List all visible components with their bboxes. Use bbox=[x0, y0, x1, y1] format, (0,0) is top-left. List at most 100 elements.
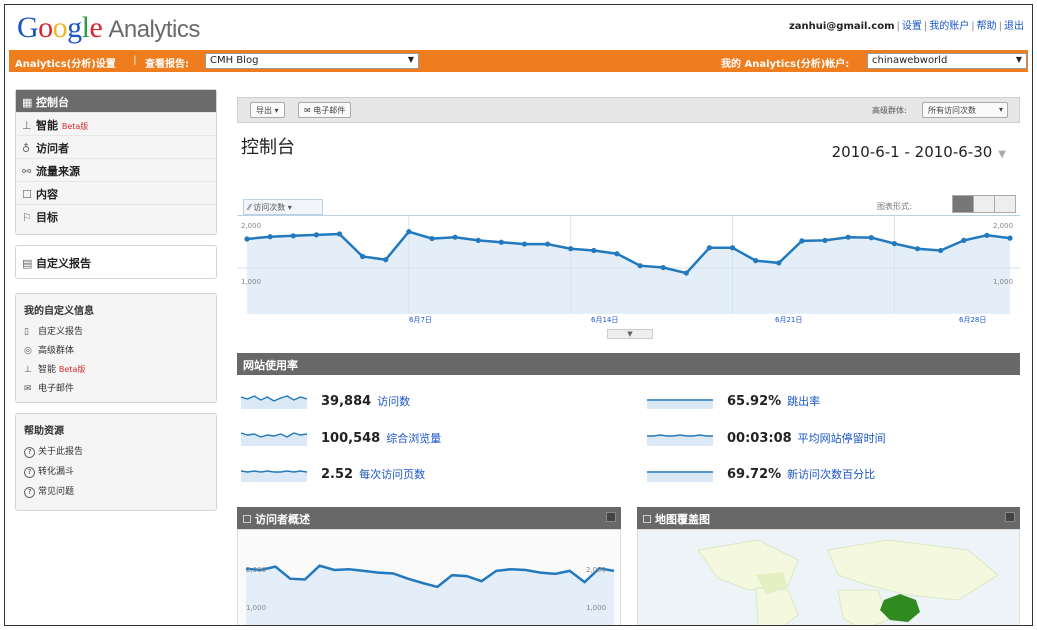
data-point[interactable] bbox=[313, 232, 319, 238]
data-point[interactable] bbox=[637, 263, 643, 269]
sparkline-new-visits bbox=[647, 471, 713, 482]
data-point[interactable] bbox=[452, 234, 458, 240]
visitors-overview-area bbox=[246, 565, 614, 625]
help-item-about-report[interactable]: ? 关于此报告 bbox=[16, 441, 216, 461]
data-point[interactable] bbox=[961, 237, 967, 243]
export-button[interactable]: 导出 ▾ bbox=[250, 102, 285, 118]
data-point[interactable] bbox=[706, 245, 713, 251]
data-point[interactable] bbox=[891, 241, 897, 247]
my-account-link[interactable]: 我的账户 bbox=[929, 21, 969, 32]
google-analytics-logo[interactable]: Google Analytics bbox=[17, 11, 200, 45]
segment-select[interactable]: 所有访问次数 ▾ bbox=[922, 102, 1008, 118]
data-point[interactable] bbox=[753, 258, 759, 264]
world-map[interactable] bbox=[638, 530, 1020, 626]
date-range-picker[interactable]: 2010-6-1 - 2010-6-30 ▼ bbox=[832, 143, 1006, 161]
graph-week-button[interactable] bbox=[973, 195, 995, 213]
data-point[interactable] bbox=[406, 229, 412, 235]
data-point[interactable] bbox=[914, 246, 921, 252]
help-icon: ? bbox=[24, 467, 35, 478]
chevron-down-icon: ▼ bbox=[407, 55, 414, 64]
help-resources-title: 帮助资源 bbox=[24, 426, 64, 437]
account-select[interactable]: chinawebworld ▼ bbox=[867, 53, 1027, 69]
data-point[interactable] bbox=[429, 235, 435, 242]
data-point[interactable] bbox=[244, 236, 250, 242]
report-toolbar: 导出 ▾ ✉ 电子邮件 高级群体: 所有访问次数 ▾ bbox=[237, 97, 1020, 123]
data-point[interactable] bbox=[267, 234, 273, 240]
email-button[interactable]: ✉ 电子邮件 bbox=[298, 102, 352, 118]
graph-month-button[interactable] bbox=[994, 195, 1016, 213]
data-point[interactable] bbox=[475, 237, 481, 243]
custom-item-email[interactable]: ✉ 电子邮件 bbox=[16, 378, 216, 397]
data-point[interactable] bbox=[383, 257, 389, 263]
data-point[interactable] bbox=[868, 235, 874, 241]
data-point[interactable] bbox=[614, 251, 620, 257]
chevron-down-icon: ▾ bbox=[274, 106, 279, 115]
site-usage-header: 网站使用率 bbox=[237, 353, 1020, 375]
data-point[interactable] bbox=[360, 253, 366, 260]
map-overlay-header[interactable]: 地图覆盖图 bbox=[637, 507, 1020, 529]
sparkline-pages-per-visit bbox=[241, 470, 307, 482]
segment-icon: ◎ bbox=[24, 346, 32, 356]
help-link[interactable]: 帮助 bbox=[977, 21, 997, 32]
custom-reports-link[interactable]: ▤ 自定义报告 bbox=[16, 246, 216, 270]
graph-by-tab[interactable]: ⁄⁄ 访问次数 ▾ bbox=[243, 199, 323, 215]
sidebar-item-dashboard[interactable]: ▦ 控制台 bbox=[16, 90, 216, 113]
vo-y-mid-left: 1,000 bbox=[246, 604, 266, 612]
data-point[interactable] bbox=[1007, 235, 1013, 241]
x-label-1: 6月14日 bbox=[591, 316, 618, 324]
sidebar-item-visitors[interactable]: ♁ 访问者 bbox=[16, 136, 216, 159]
help-item-conversion[interactable]: ? 转化漏斗 bbox=[16, 461, 216, 481]
sparkline-area bbox=[647, 435, 713, 446]
graph-day-button[interactable] bbox=[952, 195, 974, 213]
sidebar-nav: ▦ 控制台 ⊥ 智能 Beta版 ♁ 访问者 ⚯ 流量来源 ☐ 内容 ⚐ 目标 bbox=[15, 89, 217, 235]
visitors-overview-chart: 2,000 1,000 2,000 1,000 bbox=[245, 564, 615, 625]
flag-icon: ⚐ bbox=[22, 211, 32, 224]
data-point[interactable] bbox=[938, 247, 944, 254]
custom-item-segments[interactable]: ◎ 高级群体 bbox=[16, 340, 216, 359]
data-point[interactable] bbox=[568, 246, 574, 252]
data-point[interactable] bbox=[521, 241, 528, 247]
profile-select[interactable]: CMH Blog ▼ bbox=[205, 53, 419, 69]
data-point[interactable] bbox=[729, 245, 736, 251]
settings-link[interactable]: 设置 bbox=[902, 21, 922, 32]
help-item-faq[interactable]: ? 常见问题 bbox=[16, 481, 216, 501]
close-icon[interactable] bbox=[606, 512, 616, 522]
custom-reports-panel: ▤ 自定义报告 bbox=[15, 245, 217, 279]
map-overlay-body bbox=[637, 529, 1020, 626]
visits-chart: 2,000 1,000 2,000 1,000 6月7日 6月14日 6月21日… bbox=[237, 215, 1020, 331]
vo-y-top-left: 2,000 bbox=[246, 566, 266, 574]
chevron-down-icon: ▾ bbox=[998, 105, 1003, 114]
chart-collapse-handle[interactable]: ▼ bbox=[607, 329, 653, 339]
data-point[interactable] bbox=[984, 232, 990, 238]
drag-handle-icon[interactable] bbox=[243, 515, 251, 523]
sidebar-item-goals[interactable]: ⚐ 目标 bbox=[16, 205, 216, 228]
data-point[interactable] bbox=[660, 264, 666, 271]
sidebar-item-traffic-sources[interactable]: ⚯ 流量来源 bbox=[16, 159, 216, 182]
data-point[interactable] bbox=[290, 233, 296, 239]
data-point[interactable] bbox=[336, 231, 343, 237]
view-reports-label: 查看报告: bbox=[145, 59, 189, 70]
grid-icon: ▦ bbox=[22, 96, 33, 109]
sidebar-item-intelligence[interactable]: ⊥ 智能 Beta版 bbox=[16, 113, 216, 136]
document-icon: ☐ bbox=[22, 188, 32, 201]
sign-out-link[interactable]: 退出 bbox=[1004, 21, 1024, 32]
data-point[interactable] bbox=[822, 237, 828, 243]
data-point[interactable] bbox=[683, 270, 689, 276]
sidebar-item-content[interactable]: ☐ 内容 bbox=[16, 182, 216, 205]
custom-item-reports[interactable]: ▯ 自定义报告 bbox=[16, 321, 216, 340]
analytics-settings-link[interactable]: Analytics(分析)设置 bbox=[15, 55, 116, 70]
custom-item-intelligence[interactable]: ⊥ 智能 Beta版 bbox=[16, 359, 216, 378]
data-point[interactable] bbox=[799, 238, 805, 244]
data-point[interactable] bbox=[544, 241, 551, 247]
close-icon[interactable] bbox=[1005, 512, 1015, 522]
drag-handle-icon[interactable] bbox=[643, 515, 651, 523]
data-point[interactable] bbox=[591, 247, 597, 254]
x-label-2: 6月21日 bbox=[775, 316, 802, 324]
sparkline-area bbox=[647, 472, 713, 482]
data-point[interactable] bbox=[776, 260, 782, 266]
my-customizations-panel: 我的自定义信息 ▯ 自定义报告 ◎ 高级群体 ⊥ 智能 Beta版 ✉ 电子邮件 bbox=[15, 293, 217, 403]
x-label-3: 6月28日 bbox=[959, 316, 986, 324]
data-point[interactable] bbox=[845, 234, 851, 240]
visitors-overview-header[interactable]: 访问者概述 bbox=[237, 507, 621, 529]
data-point[interactable] bbox=[498, 239, 504, 245]
